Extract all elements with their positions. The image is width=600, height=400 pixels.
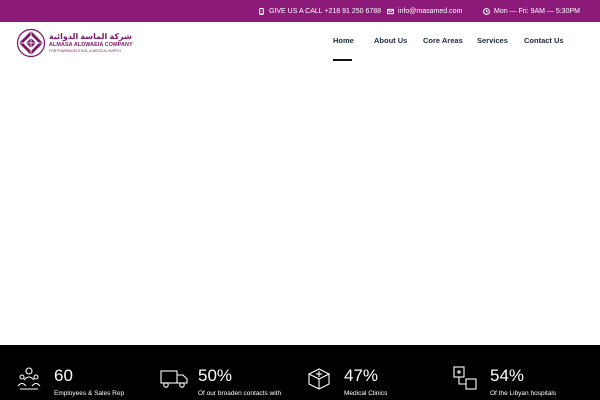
logo-wordmark: شركة الماسة الدوائية ALMASA ALDWAEIA COM… bbox=[49, 33, 133, 53]
hospital-network-icon bbox=[453, 366, 477, 390]
email-text: info@masamed.com bbox=[398, 7, 463, 15]
phone-icon bbox=[259, 7, 264, 15]
call-text: GIVE US A CALL +218 91 250 6788 bbox=[269, 7, 382, 15]
stat-value: 50% bbox=[198, 366, 233, 385]
employees-icon bbox=[17, 367, 41, 390]
delivery-truck-icon bbox=[160, 370, 188, 388]
hours-text: Mon — Fri: 9AM — 5:30PM bbox=[494, 7, 580, 15]
stats-bar: 60 Employees & Sales Rep 50% Of our broa… bbox=[0, 345, 600, 400]
clock-icon bbox=[483, 7, 490, 15]
diamond-emblem-icon bbox=[16, 28, 46, 58]
logo-english-name: ALMASA ALDWAEIA COMPANY bbox=[49, 42, 133, 49]
nav-item-core-areas[interactable]: Core Areas bbox=[423, 36, 463, 45]
stat-value: 47% bbox=[344, 366, 379, 385]
nav-item-contact[interactable]: Contact Us bbox=[524, 36, 564, 45]
stat-label: Of the Libyan hospitals bbox=[490, 390, 557, 397]
email-info[interactable]: info@masamed.com bbox=[387, 0, 462, 22]
stat-value: 54% bbox=[490, 366, 525, 385]
nav-item-services[interactable]: Services bbox=[477, 36, 508, 45]
nav-active-indicator bbox=[333, 59, 352, 61]
stat-value: 60 bbox=[54, 366, 73, 385]
envelope-icon bbox=[387, 8, 394, 14]
stat-label: Of our broaden contacts with bbox=[198, 390, 282, 397]
nav-item-about[interactable]: About Us bbox=[374, 36, 407, 45]
company-logo[interactable]: شركة الماسة الدوائية ALMASA ALDWAEIA COM… bbox=[16, 26, 134, 60]
call-info[interactable]: GIVE US A CALL +218 91 250 6788 bbox=[258, 0, 381, 22]
logo-arabic-name: شركة الماسة الدوائية bbox=[49, 32, 132, 42]
nav-item-home[interactable]: Home bbox=[333, 36, 354, 45]
logo-subtitle: FOR PHARMACEUTICAL & MEDICAL SUPPLY bbox=[49, 48, 122, 53]
top-contact-bar: GIVE US A CALL +218 91 250 6788 info@mas… bbox=[0, 0, 600, 22]
medical-box-icon bbox=[307, 368, 331, 390]
stat-label: Medical Clinics bbox=[344, 390, 388, 397]
stat-label: Employees & Sales Rep bbox=[54, 390, 125, 397]
main-header: شركة الماسة الدوائية ALMASA ALDWAEIA COM… bbox=[0, 22, 600, 64]
hours-info: Mon — Fri: 9AM — 5:30PM bbox=[483, 0, 580, 22]
